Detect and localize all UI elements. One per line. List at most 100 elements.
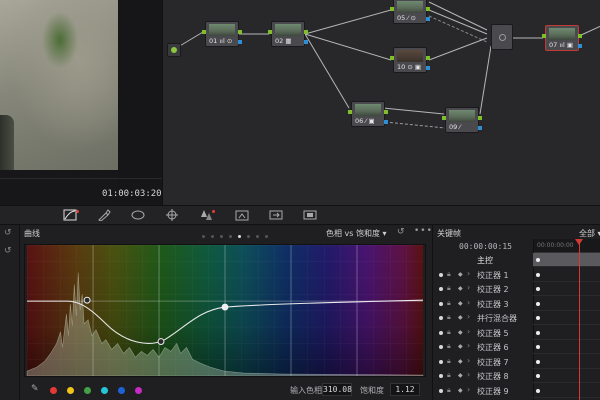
expand-arrow-icon[interactable]: › [467,341,470,350]
keyframe-row[interactable]: 🔒︎ ◆ › 校正器 7 [433,355,600,369]
enable-dot-icon[interactable] [439,388,443,393]
keyframe-diamond-icon[interactable]: ◆ [458,271,463,278]
keyframe-marker[interactable] [536,345,540,349]
keyframe-track[interactable] [533,326,600,340]
node-02[interactable]: 02 ▦ [268,21,308,47]
lock-icon[interactable]: 🔒︎ [447,299,451,308]
enable-dot-icon[interactable] [439,272,443,277]
keyframe-diamond-icon[interactable]: ◆ [458,372,463,379]
qualifier-icon[interactable] [96,209,112,223]
lock-icon[interactable]: 🔒︎ [447,342,451,351]
enable-dot-icon[interactable] [439,316,443,320]
keyframe-marker[interactable] [536,388,540,393]
keyframe-diamond-icon[interactable]: ◆ [458,314,463,321]
node-06[interactable]: 06 ⁄ ▣ [348,101,388,127]
lock-icon[interactable]: 🔒︎ [447,284,451,293]
enable-dot-icon[interactable] [439,359,443,364]
reset-icon[interactable]: ↺ [4,228,12,238]
node-07[interactable]: 07 ııl ▣ [542,25,582,51]
blue-swatch[interactable] [118,387,125,394]
expand-arrow-icon[interactable]: › [467,327,470,336]
keyframe-marker[interactable] [536,272,540,277]
keyframe-diamond-icon[interactable]: ◆ [458,387,463,394]
keyframe-row[interactable]: 🔒︎ ◆ › 校正器 6 [433,340,600,354]
keyframe-track[interactable] [533,311,600,325]
saturation-field[interactable]: 1.12 [390,383,420,396]
expand-arrow-icon[interactable]: › [467,298,470,307]
reset-icon[interactable]: ↺ [397,227,405,237]
keyframe-marker[interactable] [536,258,540,262]
parallel-mixer-node[interactable] [491,24,513,50]
enable-dot-icon[interactable] [439,287,443,291]
red-swatch[interactable] [50,387,57,394]
more-options-icon[interactable]: ••• [414,226,433,236]
eyedropper-icon[interactable]: ✎ [31,384,39,394]
expand-arrow-icon[interactable]: › [467,370,470,379]
enable-dot-icon[interactable] [439,330,443,335]
expand-arrow-icon[interactable]: › [467,385,470,394]
keyframe-row[interactable]: 🔒︎ ◆ › 校正器 1 [433,268,600,282]
keyframe-marker[interactable] [536,374,540,378]
sizing-icon[interactable] [302,209,318,223]
lock-icon[interactable]: 🔒︎ [447,371,451,380]
keyframe-row[interactable]: 🔒︎ ◆ › 并行混合器 [433,311,600,325]
keyframe-track[interactable] [533,268,600,282]
keyframe-marker[interactable] [536,287,540,291]
expand-arrow-icon[interactable]: › [467,269,470,278]
key-icon[interactable] [268,209,284,223]
node-05[interactable]: 05 ⁄ ⊙ [390,0,430,24]
keyframe-row[interactable]: 🔒︎ ◆ › 校正器 3 [433,297,600,311]
expand-arrow-icon[interactable]: › [467,312,470,321]
lock-icon[interactable]: 🔒︎ [447,270,451,279]
keyframe-row[interactable]: 🔒︎ ◆ › 校正器 9 [433,384,600,398]
node-editor[interactable]: 01 ııl ⊙ 02 ▦ 05 ⁄ ⊙ 10 ⊙ ▣ 06 ⁄ ▣ 09 ⁄ … [162,0,600,205]
tracker-icon[interactable] [164,209,180,223]
keyframe-track[interactable] [533,297,600,311]
yellow-swatch[interactable] [67,387,74,394]
keyframe-diamond-icon[interactable]: ◆ [458,329,463,336]
input-hue-field[interactable]: 310.08 [322,383,352,396]
keyframe-diamond-icon[interactable]: ◆ [458,343,463,350]
lock-icon[interactable]: 🔒︎ [447,386,451,395]
keyframe-row-master[interactable]: 主控 [433,253,600,267]
enable-dot-icon[interactable] [439,345,443,349]
page-indicator[interactable] [202,231,274,240]
keyframe-track[interactable] [533,355,600,369]
keyframe-diamond-icon[interactable]: ◆ [458,285,463,292]
node-10[interactable]: 10 ⊙ ▣ [390,47,430,73]
keyframe-row[interactable]: 🔒︎ ◆ › 校正器 8 [433,369,600,383]
node-09[interactable]: 09 ⁄ [442,107,482,133]
keyframe-row[interactable]: 🔒︎ ◆ › 校正器 2 [433,282,600,296]
window-icon[interactable] [130,209,146,223]
expand-arrow-icon[interactable]: › [467,356,470,365]
keyframe-track[interactable] [533,253,600,267]
green-swatch[interactable] [84,387,91,394]
playhead[interactable] [579,239,580,400]
keyframe-track[interactable] [533,340,600,354]
lock-icon[interactable]: 🔒︎ [447,357,451,366]
enable-dot-icon[interactable] [439,301,443,306]
keyframe-marker[interactable] [536,330,540,335]
lock-icon[interactable]: 🔒︎ [447,313,451,322]
keyframe-track[interactable] [533,369,600,383]
hue-sat-graph[interactable] [24,244,426,377]
enable-dot-icon[interactable] [439,374,443,378]
timeline-ruler[interactable]: 00:00:00:00 [533,239,600,253]
cyan-swatch[interactable] [101,387,108,394]
node-01[interactable]: 01 ııl ⊙ [202,21,242,47]
keyframe-diamond-icon[interactable]: ◆ [458,358,463,365]
curve-mode-select[interactable]: 色相 vs 饱和度 ▾ [326,228,387,239]
reset-icon[interactable]: ↺ [4,246,12,256]
keyframe-marker[interactable] [536,301,540,306]
playhead-handle[interactable] [575,239,583,245]
keyframe-marker[interactable] [536,359,540,364]
lock-icon[interactable]: 🔒︎ [447,328,451,337]
magenta-swatch[interactable] [135,387,142,394]
keyframe-diamond-icon[interactable]: ◆ [458,300,463,307]
keyframe-row[interactable]: 🔒︎ ◆ › 校正器 5 [433,326,600,340]
expand-arrow-icon[interactable]: › [467,283,470,292]
keyframe-filter-select[interactable]: 全部 ▾ [579,228,600,239]
blur-icon[interactable] [234,209,250,223]
keyframe-track[interactable] [533,282,600,296]
keyframe-track[interactable] [533,384,600,398]
